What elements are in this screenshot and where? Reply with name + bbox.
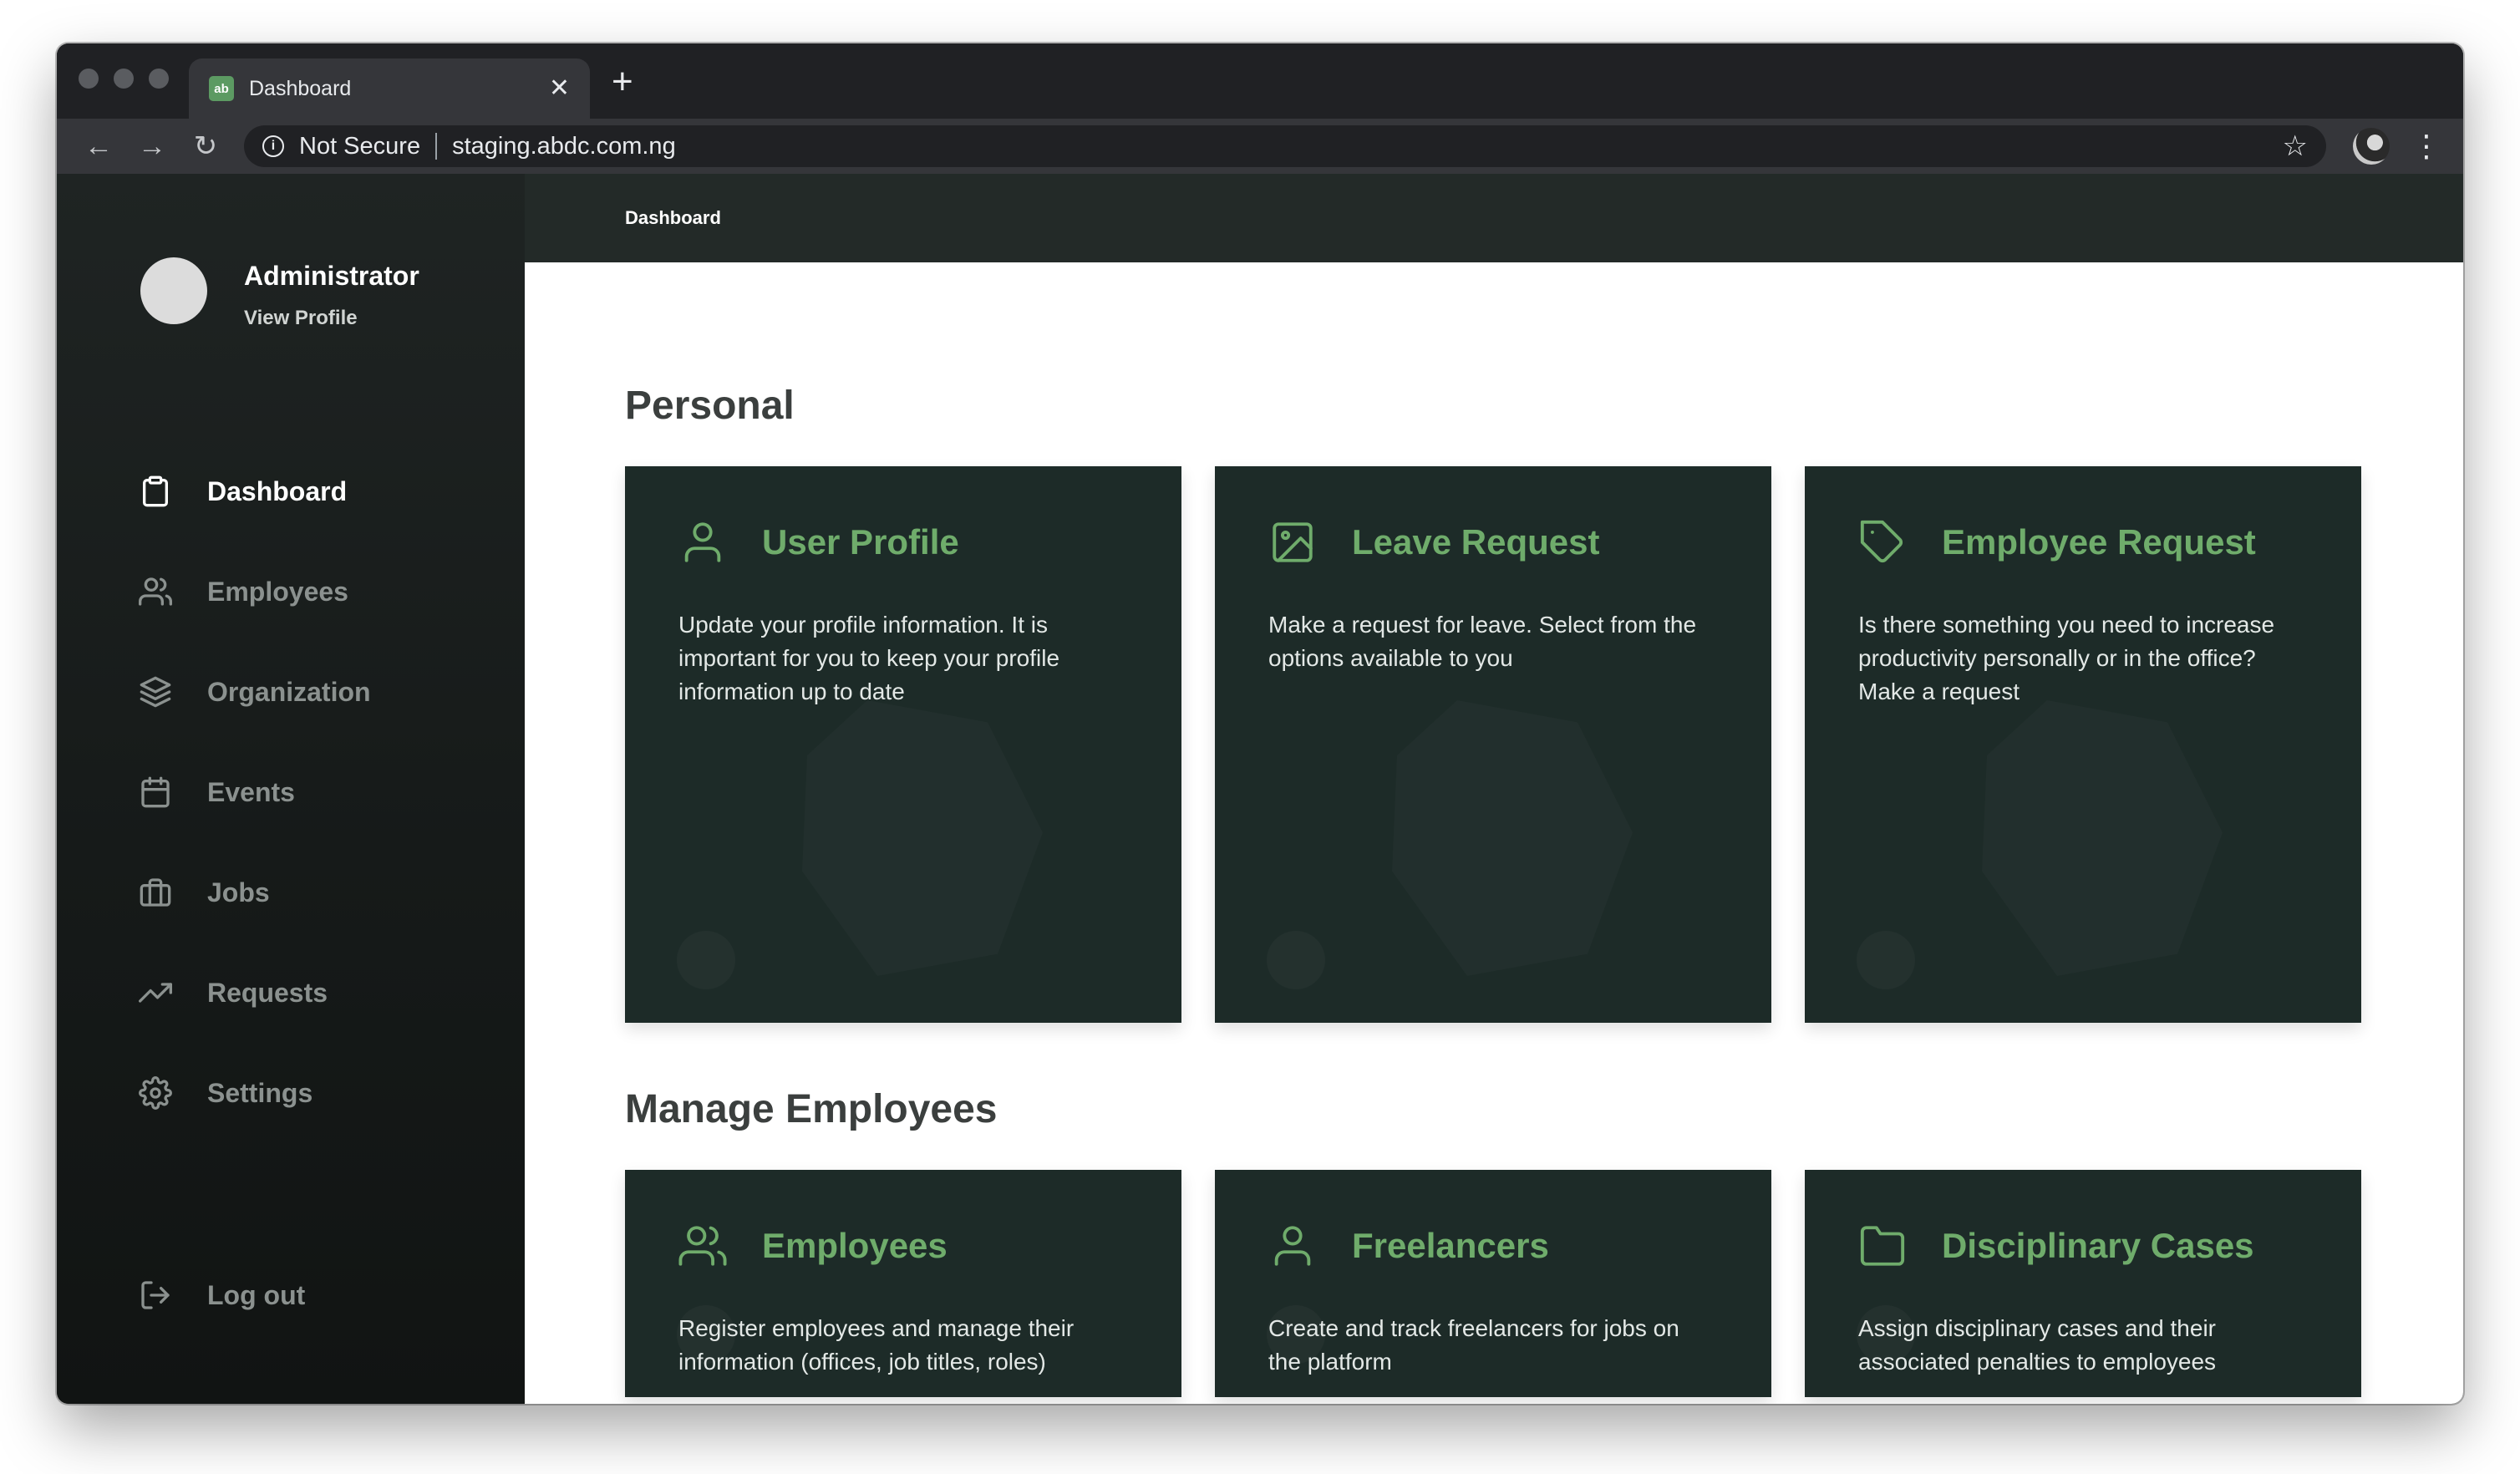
sidebar-nav: Dashboard Employees Organization Events …	[139, 476, 490, 1143]
sidebar-item-label: Requests	[207, 977, 328, 1008]
sidebar: Administrator View Profile Dashboard Emp…	[57, 174, 525, 1404]
reload-icon[interactable]: ↻	[179, 132, 232, 160]
card-description: Is there something you need to increase …	[1858, 612, 2275, 704]
trending-up-icon	[139, 983, 172, 1003]
sidebar-item-organization[interactable]: Organization	[139, 642, 490, 742]
sidebar-item-label: Events	[207, 776, 295, 807]
browser-profile-avatar[interactable]	[2353, 128, 2390, 165]
avatar[interactable]	[140, 257, 207, 324]
card-title: Employee Request	[1942, 522, 2256, 562]
sidebar-item-label: Settings	[207, 1077, 313, 1108]
maximize-window-button[interactable]	[149, 69, 169, 89]
briefcase-icon	[140, 878, 171, 907]
main-content: Dashboard Personal User Profile Update y…	[525, 174, 2463, 1404]
sidebar-item-label: Organization	[207, 676, 371, 707]
url-text[interactable]: staging.abdc.com.ng	[452, 133, 2282, 160]
card-description: Make a request for leave. Select from th…	[1268, 612, 1697, 671]
card-employee-request[interactable]: Employee Request Is there something you …	[1805, 466, 2361, 1023]
card-user-profile[interactable]: User Profile Update your profile informa…	[625, 466, 1181, 1023]
log-out-icon	[141, 1281, 170, 1309]
gear-icon	[139, 1076, 172, 1110]
sidebar-item-dashboard[interactable]: Dashboard	[139, 441, 490, 541]
info-icon[interactable]: i	[262, 135, 284, 157]
users-icon	[678, 1226, 727, 1266]
section-title-manage-employees: Manage Employees	[625, 1087, 998, 1131]
users-icon	[139, 577, 172, 606]
tab-strip: ab Dashboard ✕ +	[57, 43, 2463, 119]
minimize-window-button[interactable]	[114, 69, 134, 89]
browser-window: ab Dashboard ✕ + ← → ↻ i Not Secure stag…	[57, 43, 2463, 1404]
bookmark-star-icon[interactable]: ☆	[2283, 130, 2308, 163]
folder-icon	[1860, 1226, 1905, 1266]
card-title: User Profile	[762, 522, 959, 562]
sidebar-item-label: Dashboard	[207, 475, 348, 506]
sidebar-item-events[interactable]: Events	[139, 742, 490, 842]
clipboard-icon	[143, 475, 168, 507]
favicon-icon: ab	[209, 76, 234, 101]
view-profile-link[interactable]: View Profile	[244, 307, 419, 330]
logout-button[interactable]: Log out	[139, 1278, 305, 1312]
manage-cards: Employees Register employees and manage …	[625, 1170, 2361, 1397]
card-description: Create and track freelancers for jobs on…	[1268, 1315, 1679, 1375]
browser-menu-icon[interactable]: ⋮	[2411, 131, 2441, 161]
sidebar-item-jobs[interactable]: Jobs	[139, 842, 490, 943]
breadcrumb[interactable]: Dashboard	[625, 207, 721, 229]
user-icon	[1274, 1226, 1311, 1266]
personal-cards: User Profile Update your profile informa…	[625, 466, 2361, 1023]
forward-icon[interactable]: →	[125, 132, 179, 160]
card-description: Update your profile information. It is i…	[678, 612, 1060, 704]
top-bar: Dashboard	[525, 174, 2463, 262]
card-employees[interactable]: Employees Register employees and manage …	[625, 1170, 1181, 1397]
security-label[interactable]: Not Secure	[299, 133, 420, 160]
card-description: Register employees and manage their info…	[678, 1315, 1075, 1375]
new-tab-icon[interactable]: +	[612, 64, 633, 100]
card-title: Disciplinary Cases	[1942, 1226, 2254, 1265]
user-icon	[684, 522, 721, 562]
address-bar[interactable]: i Not Secure staging.abdc.com.ng ☆	[244, 125, 2326, 167]
back-icon[interactable]: ←	[72, 132, 125, 160]
image-icon	[1273, 522, 1313, 562]
sidebar-item-requests[interactable]: Requests	[139, 943, 490, 1043]
tab-title: Dashboard	[249, 76, 352, 100]
sidebar-item-employees[interactable]: Employees	[139, 541, 490, 642]
tag-icon	[1860, 520, 1903, 563]
sidebar-item-label: Employees	[207, 576, 348, 607]
app: Administrator View Profile Dashboard Emp…	[57, 174, 2463, 1404]
card-title: Freelancers	[1352, 1226, 1549, 1265]
card-description: Assign disciplinary cases and their asso…	[1858, 1315, 2217, 1375]
section-title-personal: Personal	[625, 384, 795, 428]
card-freelancers[interactable]: Freelancers Create and track freelancers…	[1215, 1170, 1771, 1397]
layers-icon	[140, 676, 171, 708]
card-title: Employees	[762, 1226, 948, 1265]
card-title: Leave Request	[1352, 522, 1600, 562]
card-disciplinary-cases[interactable]: Disciplinary Cases Assign disciplinary c…	[1805, 1170, 2361, 1397]
window-controls	[79, 69, 169, 89]
browser-tab[interactable]: ab Dashboard ✕	[189, 58, 590, 119]
card-leave-request[interactable]: Leave Request Make a request for leave. …	[1215, 466, 1771, 1023]
close-tab-icon[interactable]: ✕	[549, 76, 570, 101]
profile-block: Administrator View Profile	[140, 257, 419, 330]
sidebar-item-settings[interactable]: Settings	[139, 1043, 490, 1143]
logout-label: Log out	[207, 1279, 306, 1310]
profile-name: Administrator	[244, 261, 419, 291]
sidebar-item-label: Jobs	[207, 877, 270, 907]
close-window-button[interactable]	[79, 69, 99, 89]
url-divider	[435, 133, 438, 160]
calendar-icon	[141, 776, 170, 808]
browser-toolbar: ← → ↻ i Not Secure staging.abdc.com.ng ☆…	[57, 119, 2463, 174]
